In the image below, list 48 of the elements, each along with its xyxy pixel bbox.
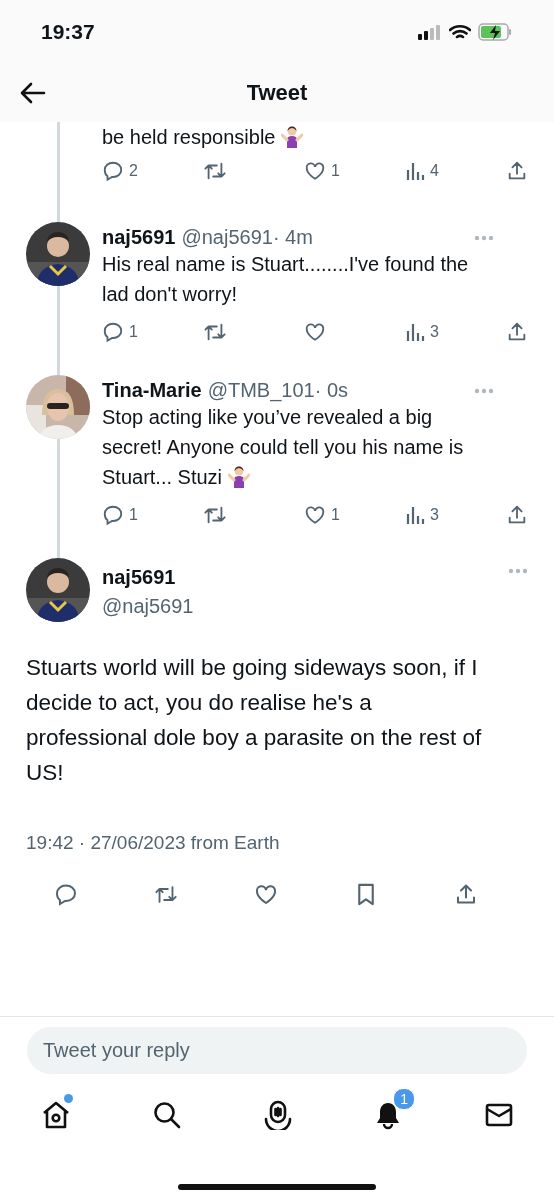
views-icon[interactable] <box>405 504 425 526</box>
reply-icon[interactable] <box>54 882 78 907</box>
signal-icon <box>418 24 442 40</box>
reply-icon[interactable] <box>102 321 124 343</box>
reply-field[interactable]: Tweet your reply <box>27 1027 527 1074</box>
home-icon[interactable] <box>41 1100 71 1130</box>
count-label: 3 <box>430 506 439 524</box>
heart-icon[interactable] <box>304 321 326 343</box>
share-icon[interactable] <box>454 882 478 907</box>
handle-time: @naj5691· 4m <box>181 226 313 249</box>
count-label: 1 <box>129 506 138 524</box>
count-label: 2 <box>129 162 138 180</box>
microphone-icon[interactable] <box>262 1100 293 1130</box>
count-label: 1 <box>129 323 138 341</box>
tweet-text: Stop acting like you’ve revealed a big secret! Anyone could tell you his name is Stuart... Stuzi <box>102 406 464 488</box>
search-icon[interactable] <box>151 1100 182 1130</box>
tweet-text: be held responsible <box>102 126 276 148</box>
count-label: 4 <box>430 162 439 180</box>
reply-icon[interactable] <box>102 160 124 182</box>
display-name[interactable]: Tina-Marie <box>102 379 202 402</box>
status-time: 19:37 <box>41 20 95 44</box>
count-label: 1 <box>331 162 340 180</box>
tweet-text: Stuarts world will be going sideways soon, if I decide to act, you do realise he's a professional dole boy a parasite on the rest of US! <box>26 654 483 787</box>
heart-icon[interactable] <box>304 160 326 182</box>
views-icon[interactable] <box>405 321 425 343</box>
wifi-icon <box>449 24 471 40</box>
views-icon[interactable] <box>405 160 425 182</box>
heart-icon[interactable] <box>304 504 326 526</box>
count-label: 1 <box>331 506 340 524</box>
count-label: 3 <box>430 323 439 341</box>
retweet-icon[interactable] <box>203 160 227 182</box>
display-name[interactable]: naj5691 <box>102 226 176 249</box>
tweet-timestamp: 19:42 · 27/06/2023 from Earth <box>26 832 281 854</box>
retweet-icon[interactable] <box>203 504 227 526</box>
back-arrow-icon[interactable] <box>20 82 46 104</box>
share-icon[interactable] <box>506 160 528 182</box>
retweet-icon[interactable] <box>203 321 227 343</box>
handle-time: @TMB_101· 0s <box>207 379 349 402</box>
display-name[interactable]: naj5691 <box>102 566 496 589</box>
tweet-text: His real name is Stuart........I've found the lad don't worry! <box>102 253 469 305</box>
battery-icon <box>478 23 512 41</box>
share-icon[interactable] <box>506 504 528 526</box>
share-icon[interactable] <box>506 321 528 343</box>
page-title: Tweet <box>246 80 308 105</box>
handle: @naj5691 <box>102 595 195 618</box>
reply-icon[interactable] <box>102 504 124 526</box>
heart-icon[interactable] <box>254 882 278 907</box>
notification-count: 1 <box>393 1088 416 1110</box>
